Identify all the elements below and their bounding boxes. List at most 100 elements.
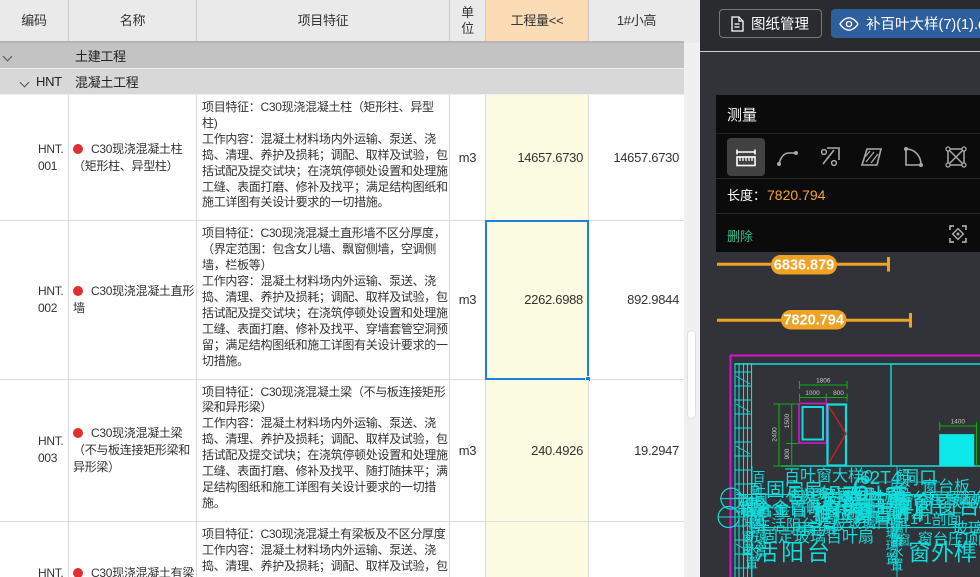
divider — [716, 133, 980, 134]
col-header-name[interactable]: 名称 — [69, 0, 197, 41]
scrollbar-track-head — [684, 0, 700, 43]
length-row: 长度：7820.794 — [727, 185, 825, 204]
group-empty-cell — [589, 69, 684, 94]
selected-cell-border — [485, 220, 589, 379]
measurement-dimension-2: 7820.794 — [717, 310, 911, 330]
group-row[interactable]: 土建工程 — [0, 43, 684, 69]
item-extra-cell[interactable] — [589, 522, 684, 577]
col-header-code[interactable]: 编码 — [0, 0, 69, 41]
drawing-manager-button[interactable]: 图纸管理 — [719, 9, 822, 38]
item-code-cell[interactable]: HNT.​004 — [0, 522, 69, 577]
chevron-down-icon[interactable] — [3, 51, 13, 61]
tool-polyline[interactable] — [769, 138, 807, 176]
group-empty-cell — [486, 69, 589, 94]
divider — [716, 213, 980, 214]
cad-annotations: 6 百叶窗置 固定玻璃置 百叶窗置 铝合金百叶窗 固定玻璃置 百叶窗大样0 62… — [718, 466, 980, 577]
group-empty-cell — [450, 43, 486, 68]
svg-text:防水置: 防水置 — [744, 529, 759, 569]
measure-tools — [727, 138, 975, 176]
item-extra-cell[interactable]: 892.9844 — [589, 221, 684, 378]
locate-icon[interactable] — [949, 225, 967, 243]
group-empty-cell — [197, 69, 450, 94]
item-unit-cell[interactable]: m3 — [450, 380, 486, 521]
col-header-extra[interactable]: 1#小高 — [589, 0, 684, 41]
measure-panel-title: 测量 — [727, 104, 757, 125]
delete-measure-button[interactable]: 删除 — [727, 226, 753, 245]
svg-text:固定玻璃置: 固定玻璃置 — [889, 482, 904, 547]
table-row[interactable]: HNT.​002C30现浇混凝土直形墙项目特征：C30现浇混凝土直形墙不区分厚度… — [0, 221, 684, 379]
active-drawing-label: 补百叶大样(7)(1).dwg — [866, 13, 980, 34]
dim-badge-1: 6836.879 — [774, 258, 834, 274]
divider — [716, 178, 980, 179]
svg-text:1000: 1000 — [805, 390, 820, 397]
chevron-down-icon[interactable] — [20, 77, 30, 87]
group-empty-cell — [197, 43, 450, 68]
eye-icon — [839, 17, 859, 31]
active-drawing-tab[interactable]: 补百叶大样(7)(1).dwg — [831, 9, 980, 38]
length-label: 长度： — [727, 188, 766, 203]
col-header-quantity[interactable]: 工程量<< — [486, 0, 589, 41]
cad-viewer: 1806 1000 800 2400 1500 900 1400 — [700, 0, 980, 577]
table-body: 土建工程HNT混凝土工程HNT.​001C30现浇混凝土柱（矩形柱、异型柱）项目… — [0, 43, 684, 577]
item-feature-cell[interactable]: 项目特征：C30现浇混凝土有梁板及不区分厚度工作内容：混凝土材料场内外运输、泵送… — [197, 522, 450, 577]
tool-scale[interactable] — [811, 138, 849, 176]
item-quantity-cell[interactable]: 240.4926 — [486, 380, 589, 521]
drawing-manager-label: 图纸管理 — [751, 13, 809, 34]
item-feature-cell[interactable]: 项目特征：C30现浇混凝土梁（不与板连接矩形梁和异形梁）工作内容：混凝土材料场内… — [197, 380, 450, 521]
group-empty-cell — [486, 43, 589, 68]
group-row[interactable]: HNT混凝土工程 — [0, 69, 684, 95]
table-row[interactable]: HNT.​004C30现浇混凝土有梁板项目特征：C30现浇混凝土有梁板及不区分厚… — [0, 522, 684, 577]
item-name-cell[interactable]: C30现浇混凝土直形墙 — [69, 221, 197, 378]
tool-ruler[interactable] — [727, 138, 765, 176]
svg-text:900: 900 — [784, 448, 791, 459]
item-quantity-cell[interactable]: 14657.6730 — [486, 95, 589, 220]
svg-text:1400: 1400 — [951, 419, 966, 426]
dim-labels: 1806 1000 800 2400 1500 900 1400 — [772, 378, 966, 460]
viewer-toolbar: 图纸管理 补百叶大样(7)(1).dwg — [700, 0, 980, 52]
table-scrollbar — [684, 0, 700, 577]
svg-text:1500: 1500 — [784, 413, 791, 428]
group-empty-cell — [450, 69, 486, 94]
app: 编码 名称 项目特征 单位 工程量<< 1#小高 土建工程HNT混凝土工程HNT… — [0, 0, 980, 577]
item-quantity-cell[interactable]: 2262.6988 — [486, 221, 589, 378]
group-name-cell[interactable]: 土建工程 — [69, 43, 197, 68]
svg-text:1806: 1806 — [816, 378, 831, 385]
svg-text:固定玻璃百叶扇: 固定玻璃百叶扇 — [762, 528, 874, 546]
item-unit-cell[interactable]: m3 — [450, 221, 486, 378]
scrollbar-thumb[interactable] — [688, 331, 695, 418]
items-table: 编码 名称 项目特征 单位 工程量<< 1#小高 土建工程HNT混凝土工程HNT… — [0, 0, 684, 577]
tool-area[interactable] — [853, 138, 891, 176]
table-row[interactable]: HNT.​001C30现浇混凝土柱（矩形柱、异型柱）项目特征：C30现浇混凝土柱… — [0, 95, 684, 221]
svg-text:百叶窗置: 百叶窗置 — [747, 482, 762, 534]
measurement-dimension-1: 6836.879 — [717, 255, 889, 275]
measure-panel: 测量 — [716, 95, 980, 252]
item-quantity-cell[interactable] — [486, 522, 589, 577]
item-feature-cell[interactable]: 项目特征：C30现浇混凝土直形墙不区分厚度，（界定范围：包含女儿墙、飘窗侧墙，空… — [197, 221, 450, 378]
length-value: 7820.794 — [767, 187, 825, 203]
item-unit-cell[interactable]: m3 — [450, 95, 486, 220]
table-header: 编码 名称 项目特征 单位 工程量<< 1#小高 — [0, 0, 684, 43]
tool-clear-region[interactable] — [937, 138, 975, 176]
item-code-cell[interactable]: HNT.​003 — [0, 380, 69, 521]
item-feature-cell[interactable]: 项目特征：C30现浇混凝土柱（矩形柱、异型柱)工作内容：混凝土材料场内外运输、泵… — [197, 95, 450, 220]
group-code-cell[interactable]: HNT — [0, 69, 69, 94]
group-code-cell[interactable] — [0, 43, 69, 68]
svg-text:窗台压顶配筋: 窗台压顶配筋 — [918, 530, 980, 548]
item-name-cell[interactable]: C30现浇混凝土有梁板 — [69, 522, 197, 577]
group-name-cell[interactable]: 混凝土工程 — [69, 69, 197, 94]
col-header-feature[interactable]: 项目特征 — [197, 0, 450, 41]
item-extra-cell[interactable]: 19.2947 — [589, 380, 684, 521]
svg-text:800: 800 — [833, 390, 844, 397]
tool-arc-area[interactable] — [895, 138, 933, 176]
item-extra-cell[interactable]: 14657.6730 — [589, 95, 684, 220]
item-code-cell[interactable]: HNT.​001 — [0, 95, 69, 220]
item-name-cell[interactable]: C30现浇混凝土梁（不与板连接矩形梁和异形梁） — [69, 380, 197, 521]
col-header-unit[interactable]: 单位 — [450, 0, 486, 41]
item-code-cell[interactable]: HNT.​002 — [0, 221, 69, 378]
item-name-cell[interactable]: C30现浇混凝土柱（矩形柱、异型柱） — [69, 95, 197, 220]
item-unit-cell[interactable] — [450, 522, 486, 577]
svg-text:固定扇: 固定扇 — [766, 479, 823, 501]
table-row[interactable]: HNT.​003C30现浇混凝土梁（不与板连接矩形梁和异形梁）项目特征：C30现… — [0, 380, 684, 522]
group-empty-cell — [589, 43, 684, 68]
document-icon — [730, 16, 744, 32]
